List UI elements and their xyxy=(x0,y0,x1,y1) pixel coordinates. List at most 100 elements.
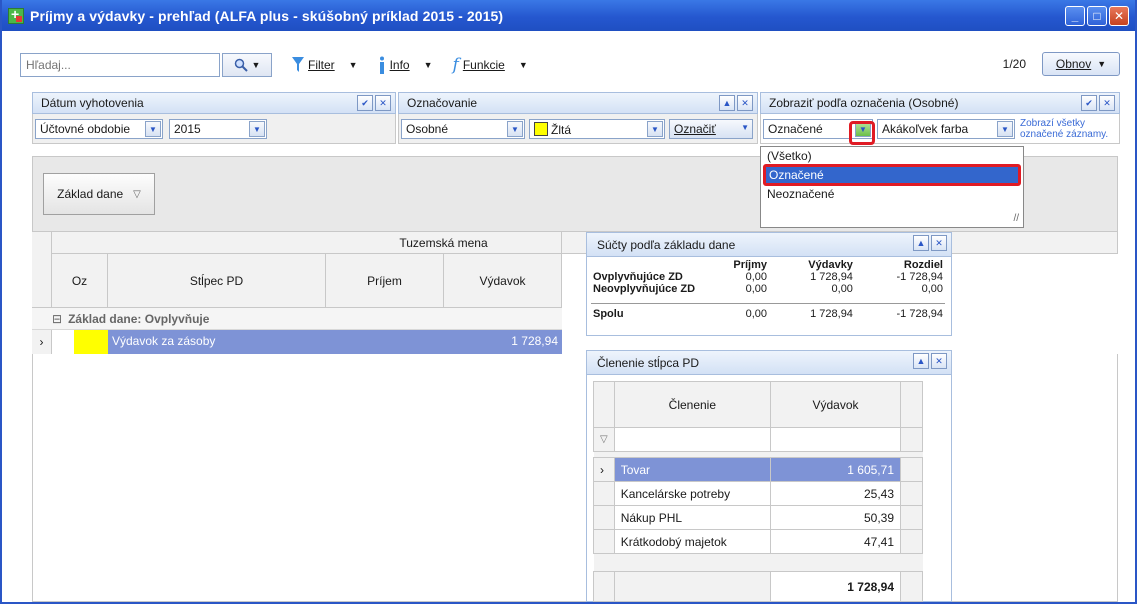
column-header-oz[interactable]: Oz xyxy=(52,254,108,308)
row-pointer-icon: › xyxy=(32,330,52,354)
close-icon: ✕ xyxy=(379,97,387,108)
dropdown-list: (Všetko) Označené Neoznačené // xyxy=(760,146,1024,228)
maximize-button[interactable]: □ xyxy=(1087,6,1107,26)
show-color-select[interactable]: Akákoľvek farba ▼ xyxy=(877,119,1015,139)
table-row[interactable]: Krátkodobý majetok 47,41 xyxy=(593,529,923,554)
app-window: Príjmy a výdavky - prehľad (ALFA plus - … xyxy=(0,0,1137,604)
column-header-column[interactable]: Stĺpec PD xyxy=(108,254,326,308)
sums-total-label: Spolu xyxy=(593,308,624,321)
filter-row-icon[interactable]: ▽ xyxy=(593,427,615,452)
clear-button[interactable]: ✕ xyxy=(375,95,391,111)
breakdown-amount: 47,41 xyxy=(770,529,901,554)
breakdown-table: Členenie Výdavok ▽ › Tovar 1 605,71 Kanc… xyxy=(593,381,923,602)
filter-cell[interactable] xyxy=(770,427,901,452)
period-value: Účtovné obdobie xyxy=(40,122,131,136)
dropdown-option-all[interactable]: (Všetko) xyxy=(765,149,812,165)
marking-type-select[interactable]: Osobné ▼ xyxy=(401,119,525,139)
filter-icon[interactable]: ▽ xyxy=(133,189,141,200)
chevron-down-icon: ▼ xyxy=(249,121,265,137)
info-icon xyxy=(379,56,384,74)
filter-icon xyxy=(292,57,304,72)
breakdown-panel-header: Členenie stĺpca PD ▲ ✕ xyxy=(587,351,951,375)
year-select[interactable]: 2015 ▼ xyxy=(169,119,267,139)
marking-type-value: Osobné xyxy=(406,122,449,136)
column-header-expense[interactable]: Výdavok xyxy=(444,254,562,308)
dropdown-option-marked[interactable]: Označené xyxy=(763,164,1021,186)
close-icon: ✕ xyxy=(741,97,749,108)
mark-button-label: Označiť xyxy=(674,122,716,136)
sums-total-cell: -1 728,94 xyxy=(896,308,943,321)
dropdown-option-unmarked[interactable]: Neoznačené xyxy=(765,187,834,203)
clear-button[interactable]: ✕ xyxy=(1099,95,1115,111)
window-title: Príjmy a výdavky - prehľad (ALFA plus - … xyxy=(30,7,504,24)
chevron-up-icon: ▲ xyxy=(916,238,926,248)
title-bar[interactable]: Príjmy a výdavky - prehľad (ALFA plus - … xyxy=(2,0,1135,31)
marker-cell[interactable] xyxy=(74,330,108,354)
sums-total-cell: 0,00 xyxy=(745,308,767,321)
sums-table: Príjmy Výdavky Rozdiel Ovplyvňujúce ZD 0… xyxy=(591,259,945,325)
functions-label: Funkcie xyxy=(462,58,505,72)
search-input[interactable] xyxy=(20,53,220,77)
sums-panel: Súčty podľa základu dane ▲ ✕ Príjmy Výda… xyxy=(586,232,952,336)
breakdown-amount: 25,43 xyxy=(770,481,901,506)
year-value: 2015 xyxy=(174,122,201,136)
maximize-icon: □ xyxy=(1093,9,1101,23)
sums-header: Príjmy xyxy=(733,259,767,271)
close-button[interactable]: ✕ xyxy=(1109,6,1129,26)
show-panel-title: Zobraziť podľa označenia (Osobné) xyxy=(769,96,959,110)
close-button[interactable]: ✕ xyxy=(931,353,947,369)
clear-button[interactable]: ✕ xyxy=(737,95,753,111)
close-icon: ✕ xyxy=(1103,97,1111,108)
toolbar: ▼ Filter ▼ Info ▼ f Funkcie ▼ 1/20 Obnov… xyxy=(20,50,1120,80)
sums-total-cell: 1 728,94 xyxy=(810,308,853,321)
table-row[interactable]: Kancelárske potreby 25,43 xyxy=(593,481,923,506)
sums-cell: 0,00 xyxy=(745,283,767,295)
search-button[interactable]: ▼ xyxy=(222,53,272,77)
table-row[interactable]: Nákup PHL 50,39 xyxy=(593,505,923,530)
group-chip[interactable]: Základ dane ▽ xyxy=(43,173,155,215)
collapse-icon[interactable]: ⊟ xyxy=(52,312,62,326)
breakdown-name: Tovar xyxy=(613,457,772,482)
column-header-breakdown[interactable]: Členenie xyxy=(613,381,772,428)
chevron-down-icon: ▼ xyxy=(647,121,663,137)
filter-menu[interactable]: Filter ▼ xyxy=(292,57,358,73)
chevron-down-icon: ▼ xyxy=(507,121,523,137)
confirm-button[interactable]: ✔ xyxy=(1081,95,1097,111)
row-pointer-icon: › xyxy=(593,457,615,482)
magnifier-icon xyxy=(234,58,248,72)
confirm-button[interactable]: ✔ xyxy=(357,95,373,111)
breakdown-amount: 1 605,71 xyxy=(770,457,901,482)
sums-row-label: Neovplyvňujúce ZD xyxy=(593,283,696,295)
filter-cell[interactable] xyxy=(613,427,772,452)
collapse-button[interactable]: ▲ xyxy=(719,95,735,111)
resize-grip-icon[interactable]: // xyxy=(1013,213,1019,224)
date-panel-header: Dátum vyhotovenia ✔ ✕ xyxy=(32,92,396,114)
group-row[interactable]: ⊟ Základ dane: Ovplyvňuje xyxy=(32,308,562,330)
column-header-expense[interactable]: Výdavok xyxy=(770,381,901,428)
check-icon: ✔ xyxy=(361,97,369,108)
check-icon: ✔ xyxy=(1085,97,1093,108)
chevron-up-icon: ▲ xyxy=(722,98,732,108)
chevron-down-icon: ▼ xyxy=(348,60,358,70)
close-button[interactable]: ✕ xyxy=(931,235,947,251)
chevron-down-icon: ▼ xyxy=(145,121,161,137)
chevron-down-icon: ▼ xyxy=(997,121,1013,137)
refresh-button[interactable]: Obnov ▼ xyxy=(1042,52,1120,76)
breakdown-panel-title: Členenie stĺpca PD xyxy=(597,356,700,370)
hint-line: označené záznamy. xyxy=(1020,129,1109,140)
table-row[interactable]: › Tovar 1 605,71 xyxy=(593,457,923,482)
minimize-button[interactable]: _ xyxy=(1065,6,1085,26)
marking-color-select[interactable]: Žltá ▼ xyxy=(529,119,665,139)
info-menu[interactable]: Info ▼ xyxy=(378,56,433,74)
column-header-income[interactable]: Príjem xyxy=(326,254,444,308)
table-row[interactable]: › Výdavok za zásoby 1 728,94 xyxy=(32,330,562,354)
functions-menu[interactable]: f Funkcie ▼ xyxy=(453,55,528,75)
marking-panel-body: Osobné ▼ Žltá ▼ Označiť ▼ xyxy=(398,114,758,144)
dropdown-highlight xyxy=(849,121,875,145)
mark-button[interactable]: Označiť ▼ xyxy=(669,119,753,139)
sums-panel-title: Súčty podľa základu dane xyxy=(597,238,736,252)
chevron-down-icon: ▼ xyxy=(518,60,528,70)
collapse-button[interactable]: ▲ xyxy=(913,353,929,369)
period-select[interactable]: Účtovné obdobie ▼ xyxy=(35,119,163,139)
collapse-button[interactable]: ▲ xyxy=(913,235,929,251)
